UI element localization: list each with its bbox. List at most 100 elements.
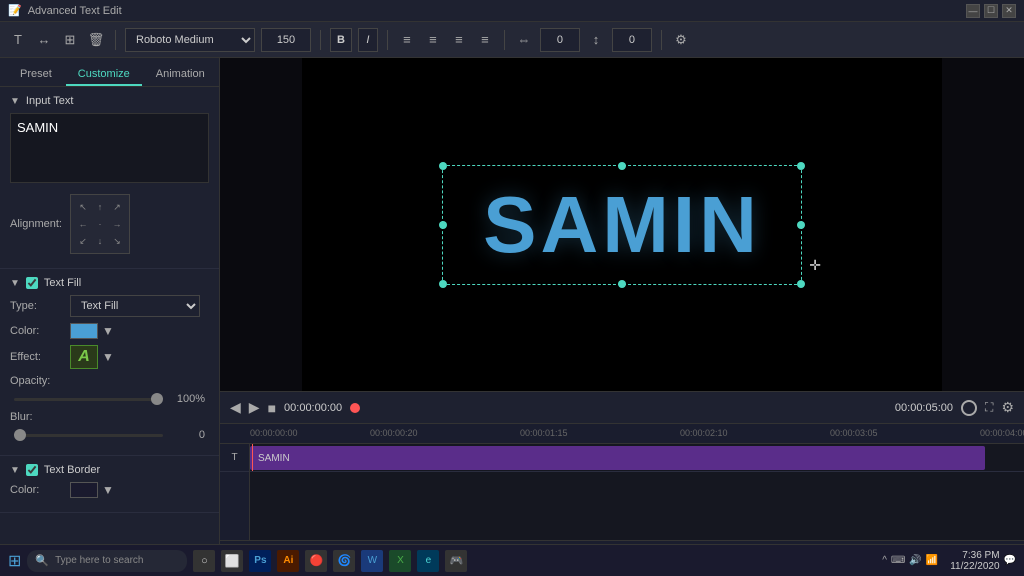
timeline-settings-icon[interactable]: ⚙: [1001, 399, 1014, 416]
bold-button[interactable]: B: [330, 28, 352, 52]
color-control: ▼: [70, 323, 209, 339]
taskbar-icon-cortana[interactable]: ○: [193, 550, 215, 572]
loop-button[interactable]: [961, 400, 977, 416]
color-label: Color:: [10, 325, 70, 337]
taskbar-icon-excel[interactable]: X: [389, 550, 411, 572]
time-display: 7:36 PM: [950, 550, 999, 561]
handle-top-right[interactable]: [797, 162, 805, 170]
align-bot-left[interactable]: ↙: [75, 233, 91, 249]
search-icon: 🔍: [35, 554, 49, 567]
systray-speaker[interactable]: 🔊: [909, 555, 921, 566]
handle-mid-left[interactable]: [439, 221, 447, 229]
align-mid-right[interactable]: →: [109, 216, 125, 232]
handle-bot-right[interactable]: [797, 280, 805, 288]
align-top-center[interactable]: ↑: [92, 199, 108, 215]
minimize-button[interactable]: —: [966, 4, 980, 18]
text-fill-checkbox-label[interactable]: Text Fill: [26, 277, 81, 289]
align-bot-right[interactable]: ↘: [109, 233, 125, 249]
toolbar-separator-2: [320, 30, 321, 50]
align-center-icon[interactable]: ≡: [423, 30, 443, 50]
text-border-checkbox[interactable]: [26, 464, 38, 476]
taskbar-icon-word[interactable]: W: [361, 550, 383, 572]
border-color-swatch[interactable]: [70, 482, 98, 498]
alignment-grid[interactable]: ↖ ↑ ↗ ← · → ↙ ↓ ↘: [70, 194, 130, 254]
systray-chevron[interactable]: ^: [882, 555, 887, 566]
resize-tool-icon[interactable]: ↔: [34, 30, 54, 50]
opacity-slider[interactable]: [14, 398, 163, 401]
color-swatch[interactable]: [70, 323, 98, 339]
effect-dropdown-arrow[interactable]: ▼: [102, 350, 114, 364]
taskbar-icon-edge[interactable]: e: [417, 550, 439, 572]
close-button[interactable]: ✕: [1002, 4, 1016, 18]
border-color-dropdown-arrow[interactable]: ▼: [102, 483, 114, 497]
type-control: Text Fill: [70, 295, 209, 317]
handle-top-center[interactable]: [618, 162, 626, 170]
start-icon[interactable]: ⊞: [8, 551, 21, 571]
tab-preset[interactable]: Preset: [8, 64, 64, 86]
canvas-text: SAMIN: [483, 179, 761, 271]
track-area: SAMIN: [250, 444, 1024, 540]
taskbar-icon-ai[interactable]: Ai: [277, 550, 299, 572]
tab-animation[interactable]: Animation: [144, 64, 217, 86]
settings-icon[interactable]: ⚙: [671, 30, 691, 50]
ruler-mark-4: 00:00:03:05: [830, 428, 878, 438]
systray-network[interactable]: 📶: [926, 555, 938, 566]
tab-customize[interactable]: Customize: [66, 64, 142, 86]
taskbar-icon-app5[interactable]: 🎮: [445, 550, 467, 572]
canvas-area: SAMIN ✛: [220, 58, 1024, 391]
taskbar-icon-taskview[interactable]: ⬜: [221, 550, 243, 572]
track-playhead: [252, 444, 253, 471]
italic-button[interactable]: I: [358, 28, 378, 52]
rewind-button[interactable]: ◀: [230, 399, 241, 416]
align-top-right[interactable]: ↗: [109, 199, 125, 215]
maximize-button[interactable]: ☐: [984, 4, 998, 18]
align-mid-center[interactable]: ·: [92, 216, 108, 232]
blur-row: Blur:: [10, 411, 209, 423]
font-size-input[interactable]: [261, 28, 311, 52]
text-border-checkbox-label[interactable]: Text Border: [26, 464, 100, 476]
taskbar-icon-photoshop[interactable]: Ps: [249, 550, 271, 572]
color-dropdown-arrow[interactable]: ▼: [102, 324, 114, 338]
taskbar-icon-app4[interactable]: 🌀: [333, 550, 355, 572]
align-justify-icon[interactable]: ≡: [475, 30, 495, 50]
effect-button[interactable]: A: [70, 345, 98, 369]
text-tool-icon[interactable]: T: [8, 30, 28, 50]
input-text-header[interactable]: ▼ Input Text: [10, 95, 209, 107]
stop-button[interactable]: ■: [268, 400, 276, 416]
align-top-left[interactable]: ↖: [75, 199, 91, 215]
input-text-area[interactable]: SAMIN: [10, 113, 209, 183]
align-mid-left[interactable]: ←: [75, 216, 91, 232]
leading-input[interactable]: [612, 28, 652, 52]
app-icon: 📝: [8, 4, 22, 17]
font-select[interactable]: Roboto Medium: [125, 28, 255, 52]
search-placeholder[interactable]: Type here to search: [55, 555, 143, 566]
align-bot-center[interactable]: ↓: [92, 233, 108, 249]
kerning-input[interactable]: [540, 28, 580, 52]
text-fill-checkbox[interactable]: [26, 277, 38, 289]
blur-slider[interactable]: [14, 434, 163, 437]
taskbar-icon-app3[interactable]: 🔴: [305, 550, 327, 572]
grid-tool-icon[interactable]: ⊞: [60, 30, 80, 50]
type-select[interactable]: Text Fill: [70, 295, 200, 317]
track-clip-0[interactable]: SAMIN: [250, 446, 985, 470]
handle-top-left[interactable]: [439, 162, 447, 170]
align-left-icon[interactable]: ≡: [397, 30, 417, 50]
align-right-icon[interactable]: ≡: [449, 30, 469, 50]
alignment-label: Alignment:: [10, 218, 70, 230]
systray-keyboard: ⌨: [891, 555, 905, 566]
notification-icon[interactable]: 💬: [1004, 555, 1016, 566]
handle-bot-center[interactable]: [618, 280, 626, 288]
ruler-mark-3: 00:00:02:10: [680, 428, 728, 438]
search-bar[interactable]: 🔍 Type here to search: [27, 550, 187, 572]
title-bar-controls[interactable]: — ☐ ✕: [966, 4, 1016, 18]
fullscreen-icon[interactable]: ⛶: [985, 400, 993, 415]
systray: ^ ⌨ 🔊 📶 7:36 PM 11/22/2020 💬: [882, 550, 1016, 572]
delete-tool-icon[interactable]: 🗑: [86, 30, 106, 50]
text-fill-header[interactable]: ▼ Text Fill: [10, 277, 209, 289]
text-border-header[interactable]: ▼ Text Border: [10, 464, 209, 476]
alignment-control: ↖ ↑ ↗ ← · → ↙ ↓ ↘: [70, 194, 209, 254]
handle-mid-right[interactable]: [797, 221, 805, 229]
opacity-row: Opacity:: [10, 375, 209, 387]
handle-bot-left[interactable]: [439, 280, 447, 288]
play-button[interactable]: ▶: [249, 399, 260, 416]
